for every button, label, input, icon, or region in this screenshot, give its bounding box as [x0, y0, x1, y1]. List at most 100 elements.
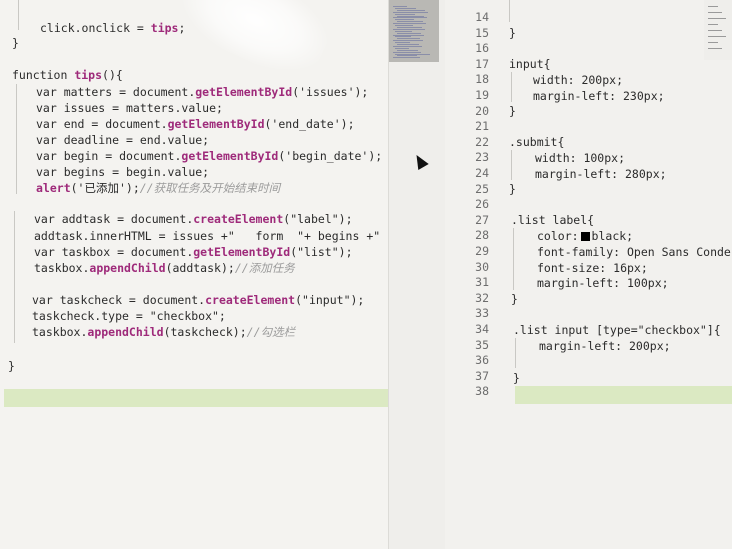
- minimap-line: [393, 11, 428, 13]
- line-number: 20: [475, 103, 489, 118]
- line-number: 19: [475, 88, 489, 102]
- minimap-line: [397, 26, 422, 28]
- code-line[interactable]: .submit{: [509, 134, 564, 150]
- code-line[interactable]: var issues = matters.value;: [36, 100, 223, 116]
- minimap-line: [393, 28, 425, 30]
- code-line[interactable]: taskbox.appendChild(taskcheck);//勾选栏: [32, 324, 295, 340]
- code-line[interactable]: margin-left: 230px;: [533, 88, 665, 104]
- code-line[interactable]: }: [12, 35, 19, 51]
- right-minimap[interactable]: [704, 0, 732, 60]
- line-number: 35: [475, 337, 489, 352]
- code-line[interactable]: .list label{: [511, 212, 594, 228]
- minimap-line: [393, 34, 424, 36]
- indent-guide: [511, 150, 512, 180]
- code-line[interactable]: click.onclick = tips;: [40, 20, 185, 36]
- code-line[interactable]: margin-left: 200px;: [539, 338, 671, 354]
- minimap-line: [393, 51, 421, 53]
- code-line[interactable]: }: [509, 25, 516, 41]
- line-number: 37: [475, 368, 489, 383]
- minimap-line: [708, 30, 722, 31]
- code-line[interactable]: var begin = document.getElementById('beg…: [36, 148, 382, 164]
- code-line[interactable]: taskcheck.type = "checkbox";: [32, 308, 226, 324]
- minimap-line: [397, 55, 417, 57]
- minimap-line: [397, 15, 424, 17]
- code-line[interactable]: taskbox.appendChild(addtask);//添加任务: [34, 260, 295, 276]
- line-number: 21: [475, 119, 489, 134]
- indent-guide: [16, 84, 17, 194]
- minimap-line: [708, 6, 718, 7]
- code-line[interactable]: margin-left: 280px;: [535, 166, 667, 182]
- minimap-line: [397, 49, 418, 51]
- indent-guide: [511, 72, 512, 102]
- line-number: 23: [475, 150, 489, 165]
- code-line[interactable]: }: [513, 370, 520, 386]
- line-number: 27: [475, 212, 489, 227]
- minimap-line: [708, 24, 718, 25]
- minimap-line: [395, 53, 430, 55]
- line-number: 26: [475, 197, 489, 212]
- current-line-highlight: [515, 386, 732, 404]
- line-number: 14: [475, 10, 489, 24]
- code-line[interactable]: var end = document.getElementById('end_d…: [36, 116, 355, 132]
- code-line[interactable]: .list input [type="checkbox"]{: [513, 322, 721, 338]
- code-line[interactable]: var begins = begin.value;: [36, 164, 209, 180]
- line-number: 25: [475, 181, 489, 196]
- code-line[interactable]: }: [8, 358, 15, 374]
- minimap-line: [395, 13, 415, 15]
- code-line[interactable]: var taskbox = document.getElementById("l…: [34, 244, 353, 260]
- minimap-line: [397, 44, 419, 45]
- left-editor-pane[interactable]: click.onclick = tips;} function tips(){va…: [0, 0, 390, 549]
- line-number: 16: [475, 41, 489, 56]
- minimap-line: [397, 21, 423, 23]
- code-line[interactable]: var addtask = document.createElement("la…: [34, 211, 353, 227]
- minimap-line: [393, 40, 423, 42]
- minimap-line: [395, 30, 412, 32]
- minimap-line: [708, 12, 722, 13]
- minimap[interactable]: [388, 0, 446, 549]
- code-line[interactable]: width: 200px;: [533, 72, 623, 88]
- line-number: 18: [475, 72, 489, 87]
- minimap-line: [708, 42, 718, 43]
- minimap-line: [708, 48, 722, 49]
- minimap-line: [393, 23, 426, 25]
- code-line[interactable]: input{: [509, 56, 551, 72]
- screen-glare: [170, 0, 340, 88]
- code-line[interactable]: color: black;: [537, 228, 633, 244]
- code-line[interactable]: }: [509, 181, 516, 197]
- color-value: black;: [591, 229, 634, 243]
- line-number: 36: [475, 353, 489, 368]
- minimap-line: [395, 36, 411, 38]
- code-line[interactable]: alert('已添加');//获取任务及开始结束时间: [36, 180, 280, 196]
- minimap-line: [395, 7, 416, 9]
- code-line[interactable]: var deadline = end.value;: [36, 132, 209, 148]
- line-number: 32: [475, 290, 489, 305]
- minimap-line: [393, 17, 427, 19]
- indent-guide: [14, 211, 15, 343]
- code-line[interactable]: font-family: Open Sans Conde: [537, 244, 731, 260]
- code-line[interactable]: }: [509, 103, 516, 119]
- code-line[interactable]: var taskcheck = document.createElement("…: [32, 292, 364, 308]
- code-line[interactable]: width: 100px;: [535, 150, 625, 166]
- line-number: 33: [475, 306, 489, 321]
- line-number: 15: [475, 25, 489, 40]
- color-swatch-icon: [580, 232, 590, 241]
- indent-guide: [18, 0, 19, 30]
- minimap-line: [393, 57, 420, 59]
- minimap-line: [708, 36, 726, 37]
- code-line[interactable]: function tips(){: [12, 67, 123, 83]
- minimap-line: [397, 32, 421, 34]
- code-line[interactable]: var matters = document.getElementById('i…: [36, 84, 368, 100]
- code-line[interactable]: font-size: 16px;: [537, 260, 648, 276]
- code-line[interactable]: }: [511, 291, 518, 307]
- line-number: 38: [475, 384, 489, 399]
- code-line[interactable]: margin-left: 100px;: [537, 275, 669, 291]
- line-number: 22: [475, 134, 489, 149]
- line-number: 30: [475, 259, 489, 274]
- right-editor-pane[interactable]: 14 15 16 17 18 19 20 21 22 23 24 25 26 27 28 29 30 31 32 33…: [445, 0, 732, 549]
- minimap-line: [393, 6, 407, 7]
- code-line[interactable]: addtask.innerHTML = issues +" form "+ be…: [34, 228, 390, 244]
- line-number: 34: [475, 322, 489, 336]
- minimap-line: [395, 42, 410, 44]
- minimap-line: [395, 19, 414, 21]
- indent-guide: [513, 228, 514, 290]
